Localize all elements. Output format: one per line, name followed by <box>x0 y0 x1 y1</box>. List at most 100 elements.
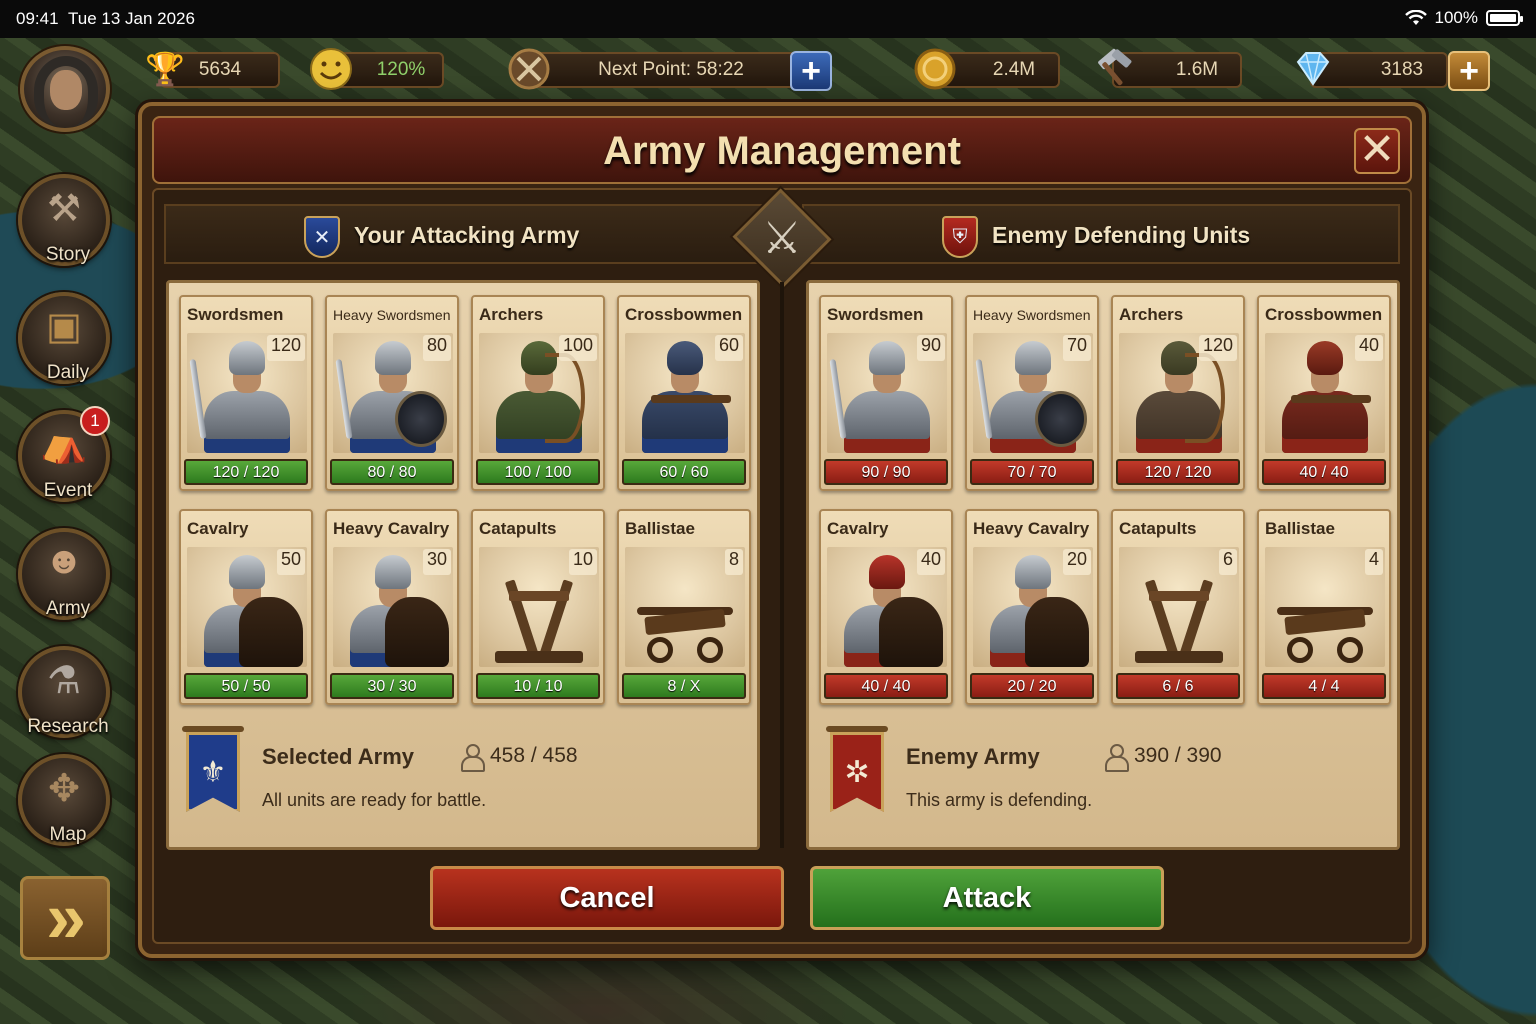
selected-army-count: 458 / 458 <box>490 744 578 767</box>
ballista-art <box>637 599 733 663</box>
unit-name: Swordsmen <box>187 305 284 324</box>
panel-divider <box>780 282 784 848</box>
supplies-value: 1.6M <box>1175 59 1219 80</box>
unit-status-bar: 8 / X <box>622 673 746 699</box>
dialog-title: Army Management <box>603 129 961 173</box>
cancel-button[interactable]: Cancel <box>430 866 784 930</box>
unit-status-bar: 40 / 40 <box>824 673 948 699</box>
unit-name: Heavy Cavalry <box>333 519 450 538</box>
trophy-icon: 🏆 <box>145 51 185 87</box>
coins-value: 2.4M <box>992 59 1036 80</box>
nav-research[interactable]: ⚗ Research <box>18 646 110 738</box>
person-icon <box>460 744 485 772</box>
crossed-swords-icon: ⚔ <box>762 213 802 263</box>
unit-count: 30 <box>422 549 451 575</box>
unit-name: Catapults <box>1119 519 1197 538</box>
player-unit-card-archers[interactable]: Archers 100 100 / 100 <box>471 295 605 491</box>
unit-name: Cavalry <box>827 519 889 538</box>
nav-map-label: Map <box>49 824 87 845</box>
unit-name: Cavalry <box>187 519 249 538</box>
nav-army[interactable]: ☻ Army <box>18 528 110 620</box>
unit-status-bar: 80 / 80 <box>330 459 454 485</box>
unit-status-bar: 40 / 40 <box>1262 459 1386 485</box>
enemy-unit-card-swordsmen[interactable]: Swordsmen 90 90 / 90 <box>819 295 953 491</box>
forward-button[interactable]: » <box>20 876 110 960</box>
nav-map[interactable]: ✥ Map <box>18 754 110 846</box>
nav-daily[interactable]: ▣ Daily <box>18 292 110 384</box>
unit-count: 90 <box>916 335 945 361</box>
add-diamonds-button[interactable]: + <box>1448 51 1490 91</box>
unit-name: Archers <box>1119 305 1184 324</box>
player-avatar[interactable] <box>20 46 110 132</box>
unit-count: 4 <box>1364 549 1383 575</box>
defending-units-header: ⛨ Enemy Defending Units <box>802 204 1400 264</box>
unit-count: 120 <box>266 335 305 361</box>
unit-status-bar: 120 / 120 <box>184 459 308 485</box>
player-unit-card-heavy-cavalry[interactable]: Heavy Cavalry 30 30 / 30 <box>325 509 459 705</box>
unit-count: 60 <box>714 335 743 361</box>
clock: 09:41 Tue 13 Jan 2026 <box>16 9 195 29</box>
unit-status-bar: 50 / 50 <box>184 673 308 699</box>
unit-count: 40 <box>1354 335 1383 361</box>
attack-button[interactable]: Attack <box>810 866 1164 930</box>
character-icon: ☻ <box>44 540 84 582</box>
plus-icon: + <box>1459 52 1479 90</box>
red-shield-icon: ⛨ <box>942 216 978 258</box>
unit-count: 10 <box>568 549 597 575</box>
unit-name: Heavy Cavalry <box>973 519 1090 538</box>
banner-pole <box>826 726 888 732</box>
player-unit-card-catapults[interactable]: Catapults 10 10 / 10 <box>471 509 605 705</box>
enemy-unit-card-crossbowmen[interactable]: Crossbowmen 40 40 / 40 <box>1257 295 1391 491</box>
catapult-art <box>495 577 583 663</box>
enemy-unit-card-heavy-cavalry[interactable]: Heavy Cavalry 20 20 / 20 <box>965 509 1099 705</box>
status-date: Tue 13 Jan 2026 <box>68 9 195 28</box>
unit-count: 70 <box>1062 335 1091 361</box>
nav-story-label: Story <box>45 244 91 265</box>
unit-name: Heavy Swordsmen <box>333 307 451 323</box>
crossed-swords-shield-icon <box>506 46 552 92</box>
enemy-unit-card-catapults[interactable]: Catapults 6 6 / 6 <box>1111 509 1245 705</box>
enemy-army-title: Enemy Army <box>906 744 1040 769</box>
unit-count: 20 <box>1062 549 1091 575</box>
nav-event-label: Event <box>43 480 93 501</box>
attacking-army-title: Your Attacking Army <box>354 222 580 248</box>
wheel-banner-icon: ✲ <box>830 732 884 812</box>
nav-event[interactable]: ⛺ Event 1 <box>18 406 110 502</box>
enemy-unit-card-heavy-swordsmen[interactable]: Heavy Swordsmen 70 70 / 70 <box>965 295 1099 491</box>
diamonds-value: 3183 <box>1380 59 1424 80</box>
close-button[interactable]: ✕ <box>1354 128 1400 174</box>
unit-status-bar: 60 / 60 <box>622 459 746 485</box>
player-unit-card-heavy-swordsmen[interactable]: Heavy Swordsmen 80 80 / 80 <box>325 295 459 491</box>
unit-status-bar: 6 / 6 <box>1116 673 1240 699</box>
close-icon: ✕ <box>1358 125 1396 174</box>
nav-story[interactable]: ⚒ Story <box>18 174 110 266</box>
unit-status-bar: 4 / 4 <box>1262 673 1386 699</box>
enemy-unit-card-ballistae[interactable]: Ballistae 4 4 / 4 <box>1257 509 1391 705</box>
unit-status-bar: 120 / 120 <box>1116 459 1240 485</box>
player-unit-card-crossbowmen[interactable]: Crossbowmen 60 60 / 60 <box>617 295 751 491</box>
unit-status-bar: 100 / 100 <box>476 459 600 485</box>
unit-status-bar: 90 / 90 <box>824 459 948 485</box>
battery-percent: 100% <box>1434 8 1478 27</box>
unit-name: Crossbowmen <box>1265 305 1383 324</box>
enemy-unit-card-archers[interactable]: Archers 120 120 / 120 <box>1111 295 1245 491</box>
defending-units-title: Enemy Defending Units <box>992 222 1251 248</box>
selected-army-summary: ⚜ Selected Army 458 / 458 All units are … <box>170 718 746 836</box>
selected-army-message: All units are ready for battle. <box>262 790 487 810</box>
next-point-text: Next Point: 58:22 <box>598 59 744 80</box>
player-unit-card-ballistae[interactable]: Ballistae 8 8 / X <box>617 509 751 705</box>
player-unit-card-swordsmen[interactable]: Swordsmen 120 120 / 120 <box>179 295 313 491</box>
unit-name: Archers <box>479 305 544 324</box>
selected-army-title: Selected Army <box>262 744 415 769</box>
enemy-unit-card-cavalry[interactable]: Cavalry 40 40 / 40 <box>819 509 953 705</box>
status-bar: 09:41 Tue 13 Jan 2026 100% <box>0 0 1536 38</box>
player-unit-card-cavalry[interactable]: Cavalry 50 50 / 50 <box>179 509 313 705</box>
unit-count: 120 <box>1198 335 1237 361</box>
unit-name: Ballistae <box>1265 519 1335 538</box>
next-point-timer: Next Point: 58:22 <box>530 52 828 88</box>
map-icon: ✥ <box>48 768 80 810</box>
catapult-art <box>1135 577 1223 663</box>
unit-name: Swordsmen <box>827 305 924 324</box>
unit-name: Catapults <box>479 519 557 538</box>
add-point-button[interactable]: + <box>790 51 832 91</box>
